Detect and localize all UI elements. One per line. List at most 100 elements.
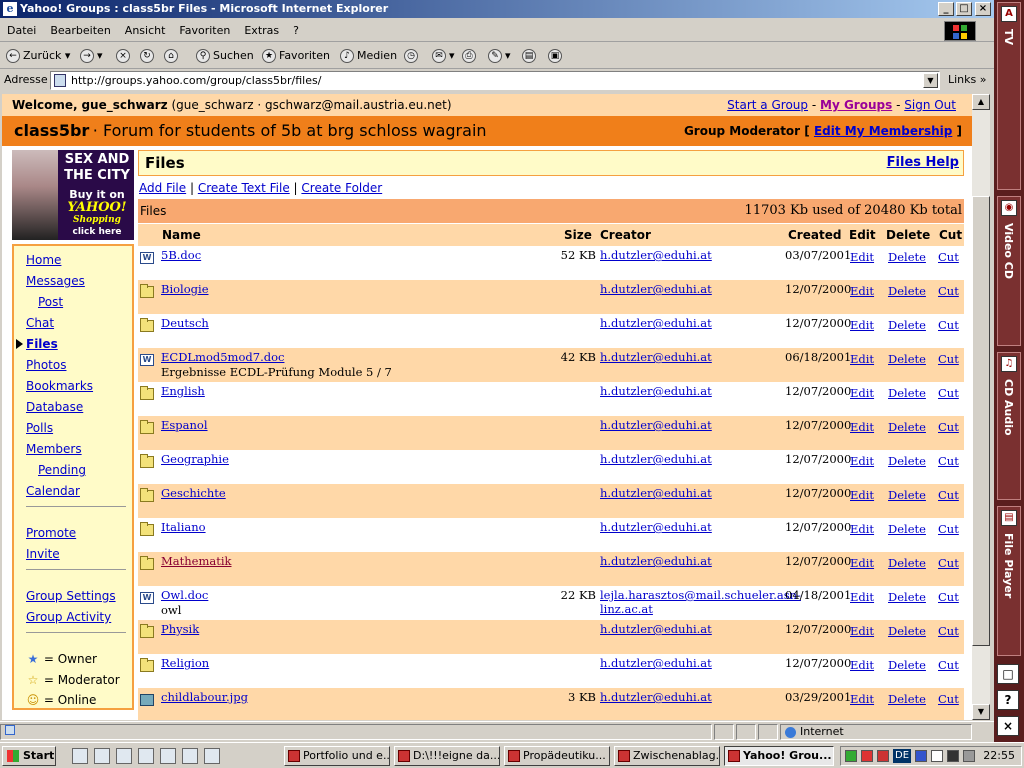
cut-link[interactable]: Cut: [938, 454, 959, 468]
vertical-scrollbar[interactable]: ▲ ▼: [972, 94, 990, 720]
tab-video-cd[interactable]: ◉ Video CD: [997, 196, 1021, 346]
creator-link[interactable]: h.dutzler@eduhi.at: [600, 554, 790, 568]
tab-cd-audio[interactable]: ♫ CD Audio: [997, 352, 1021, 500]
creator-link[interactable]: h.dutzler@eduhi.at: [600, 452, 790, 466]
edit-link[interactable]: Edit: [850, 318, 874, 332]
menu-item[interactable]: Datei: [0, 20, 43, 42]
delete-link[interactable]: Delete: [888, 386, 926, 400]
cut-link[interactable]: Cut: [938, 352, 959, 366]
delete-link[interactable]: Delete: [888, 522, 926, 536]
edit-link[interactable]: Edit: [850, 250, 874, 264]
file-name-link[interactable]: ECDLmod5mod7.doc: [161, 350, 284, 364]
edit-link[interactable]: Edit: [850, 454, 874, 468]
edit-link[interactable]: Edit: [850, 590, 874, 604]
tray-icon[interactable]: [877, 750, 889, 762]
cut-link[interactable]: Cut: [938, 488, 959, 502]
language-indicator[interactable]: DE: [893, 749, 912, 763]
tray-icon[interactable]: [861, 750, 873, 762]
creator-link[interactable]: h.dutzler@eduhi.at: [600, 418, 790, 432]
delete-link[interactable]: Delete: [888, 250, 926, 264]
start-button[interactable]: Start: [2, 746, 56, 766]
menu-item[interactable]: ?: [286, 20, 306, 42]
quicklaunch-icon[interactable]: [138, 748, 154, 764]
delete-link[interactable]: Delete: [888, 454, 926, 468]
nav-files[interactable]: Files: [26, 336, 58, 352]
task-button[interactable]: Propädeutiku...: [504, 746, 610, 766]
edit-link[interactable]: Edit: [850, 522, 874, 536]
creator-link[interactable]: lejla.harasztos@mail.schueler.asn-linz.a…: [600, 588, 801, 616]
links-button[interactable]: Links »: [948, 73, 986, 86]
back-button[interactable]: ← Zurück ▾: [6, 47, 70, 65]
edit-membership-link[interactable]: Edit My Membership: [814, 124, 952, 138]
cut-link[interactable]: Cut: [938, 522, 959, 536]
refresh-button[interactable]: ↻: [140, 47, 157, 65]
creator-link[interactable]: h.dutzler@eduhi.at: [600, 350, 790, 364]
file-name-link[interactable]: Mathematik: [161, 554, 232, 568]
minimize-button[interactable]: _: [938, 2, 954, 16]
cut-link[interactable]: Cut: [938, 590, 959, 604]
nav-chat[interactable]: Chat: [26, 315, 54, 331]
restore-button[interactable]: □: [997, 664, 1019, 684]
delete-link[interactable]: Delete: [888, 488, 926, 502]
nav-home[interactable]: Home: [26, 252, 61, 268]
creator-link[interactable]: h.dutzler@eduhi.at: [600, 690, 790, 704]
forward-button[interactable]: → ▾: [80, 47, 103, 65]
nav-database[interactable]: Database: [26, 399, 83, 415]
help-button[interactable]: ?: [997, 690, 1019, 710]
address-input[interactable]: http://groups.yahoo.com/group/class5br/f…: [50, 71, 940, 90]
file-name-link[interactable]: 5B.doc: [161, 248, 201, 262]
delete-link[interactable]: Delete: [888, 284, 926, 298]
outlook-icon[interactable]: [94, 748, 110, 764]
cut-link[interactable]: Cut: [938, 658, 959, 672]
scroll-up-icon[interactable]: ▲: [972, 94, 990, 110]
cut-link[interactable]: Cut: [938, 624, 959, 638]
nav-group-activity[interactable]: Group Activity: [26, 609, 111, 625]
network-icon[interactable]: [963, 750, 975, 762]
show-desktop-icon[interactable]: [72, 748, 88, 764]
print-button[interactable]: ⎙: [462, 47, 479, 65]
sign-out-link[interactable]: Sign Out: [904, 98, 956, 112]
cut-link[interactable]: Cut: [938, 250, 959, 264]
edit-link[interactable]: Edit: [850, 284, 874, 298]
quicklaunch-icon[interactable]: [182, 748, 198, 764]
creator-link[interactable]: h.dutzler@eduhi.at: [600, 384, 790, 398]
file-name-link[interactable]: childlabour.jpg: [161, 690, 248, 704]
creator-link[interactable]: h.dutzler@eduhi.at: [600, 282, 790, 296]
nav-post[interactable]: Post: [38, 294, 63, 310]
edit-page-button[interactable]: ✎ ▾: [488, 47, 511, 65]
delete-link[interactable]: Delete: [888, 590, 926, 604]
menu-item[interactable]: Favoriten: [172, 20, 237, 42]
creator-link[interactable]: h.dutzler@eduhi.at: [600, 248, 790, 262]
file-name-link[interactable]: Espanol: [161, 418, 208, 432]
tray-icon[interactable]: [915, 750, 927, 762]
delete-link[interactable]: Delete: [888, 420, 926, 434]
stop-button[interactable]: ×: [116, 47, 133, 65]
discuss-button[interactable]: ▤: [522, 47, 539, 65]
nav-invite[interactable]: Invite: [26, 546, 60, 562]
delete-link[interactable]: Delete: [888, 352, 926, 366]
home-button[interactable]: ⌂: [164, 47, 181, 65]
menu-item[interactable]: Ansicht: [118, 20, 173, 42]
nav-promote[interactable]: Promote: [26, 525, 76, 541]
create-text-file-link[interactable]: Create Text File: [198, 181, 290, 195]
mail-button[interactable]: ✉ ▾: [432, 47, 455, 65]
file-name-link[interactable]: Deutsch: [161, 316, 209, 330]
edit-link[interactable]: Edit: [850, 658, 874, 672]
quicklaunch-icon[interactable]: [160, 748, 176, 764]
history-button[interactable]: ◷: [404, 47, 421, 65]
title-bar[interactable]: e Yahoo! Groups : class5br Files - Micro…: [0, 0, 994, 18]
menu-item[interactable]: Bearbeiten: [43, 20, 117, 42]
address-dropdown-icon[interactable]: ▼: [923, 73, 938, 88]
delete-link[interactable]: Delete: [888, 692, 926, 706]
edit-link[interactable]: Edit: [850, 386, 874, 400]
quicklaunch-icon[interactable]: [116, 748, 132, 764]
task-button[interactable]: D:\!!!eigne da...: [394, 746, 500, 766]
delete-link[interactable]: Delete: [888, 624, 926, 638]
task-button[interactable]: Portfolio und e...: [284, 746, 390, 766]
cut-link[interactable]: Cut: [938, 556, 959, 570]
files-help-link[interactable]: Files Help: [887, 151, 959, 175]
edit-link[interactable]: Edit: [850, 624, 874, 638]
tray-icon[interactable]: [931, 750, 943, 762]
scroll-thumb[interactable]: [972, 196, 990, 646]
nav-pending[interactable]: Pending: [38, 462, 86, 478]
